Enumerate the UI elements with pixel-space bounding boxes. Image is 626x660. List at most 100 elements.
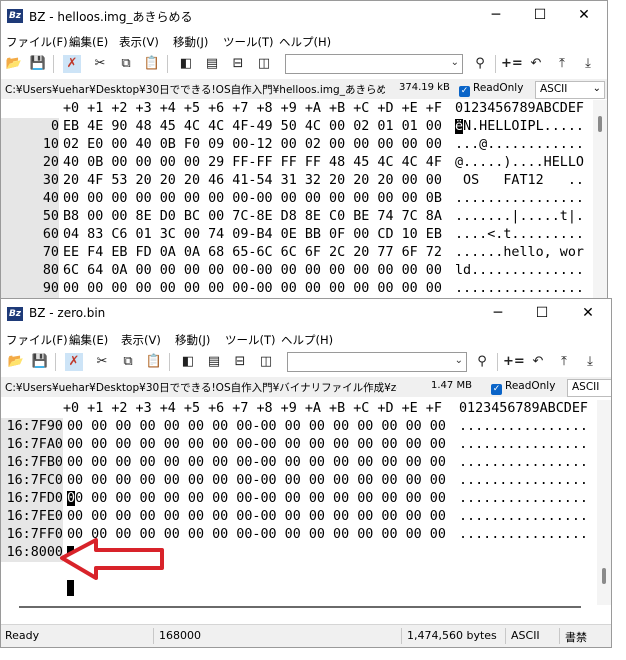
menu-jump[interactable]: 移動(J) [175,332,210,348]
vertical-scrollbar[interactable] [597,400,611,605]
row-bytes[interactable]: 00 00 00 00 00 00 00 00-00 00 00 00 00 0… [67,472,446,490]
copy-icon[interactable]: ⧉ [117,55,135,73]
cut-icon[interactable]: ✂ [91,55,109,73]
view-hsplit-icon[interactable]: ⊟ [229,55,247,73]
close-button[interactable]: ✕ [573,303,603,323]
readonly-checkbox[interactable]: ✓ ReadOnly [491,380,555,395]
status-offset: 168000 [159,629,201,642]
encoding-value: ASCII [540,83,568,95]
title-bar[interactable]: Bz BZ - zero.bin ─ ☐ ✕ [1,299,611,329]
view-hsplit-icon[interactable]: ⊟ [231,353,249,371]
find-binoculars-icon[interactable]: ⚲ [471,55,489,73]
row-ascii[interactable]: ...@............ [455,136,584,154]
find-next-icon[interactable]: += [503,353,525,371]
row-bytes[interactable]: EB 4E 90 48 45 4C 4C 4F-49 50 4C 00 02 0… [63,118,442,136]
close-button[interactable]: ✕ [569,5,599,25]
row-ascii[interactable]: ld.............. [455,262,584,280]
row-ascii[interactable]: ................ [455,190,584,208]
row-ascii[interactable]: ................ [459,490,588,508]
row-bytes[interactable]: 04 83 C6 01 3C 00 74 09-B4 0E BB 0F 00 C… [63,226,442,244]
row-ascii[interactable]: ëN.HELLOIPL..... [455,118,584,136]
hex-view[interactable]: +0 +1 +2 +3 +4 +5 +6 +7 +8 +9 +A +B +C +… [1,100,593,299]
menu-edit[interactable]: 編集(E) [69,332,108,348]
row-ascii[interactable]: ....<.t......... [455,226,584,244]
view-single-icon[interactable]: ◧ [177,55,195,73]
paste-icon[interactable]: 📋 [145,353,163,371]
row-bytes[interactable]: B8 00 00 8E D0 BC 00 7C-8E D8 8E C0 BE 7… [63,208,442,226]
row-ascii[interactable]: ......hello, wor [455,244,584,262]
minimize-button[interactable]: ─ [481,5,511,25]
row-ascii[interactable]: .......|.....t|. [455,208,584,226]
menu-file[interactable]: ファイル(F) [6,34,68,50]
vertical-scrollbar[interactable] [593,100,607,299]
maximize-button[interactable]: ☐ [527,303,557,323]
row-bytes[interactable]: 20 4F 53 20 20 20 46 41-54 31 32 20 20 2… [63,172,442,190]
menu-tools[interactable]: ツール(T) [223,34,274,50]
menu-help[interactable]: ヘルプ(H) [281,332,333,348]
jump-bottom-icon[interactable]: ⤓ [581,353,599,371]
row-bytes[interactable]: 00 00 00 00 00 00 00 00-00 00 00 00 00 0… [67,508,446,526]
menu-view[interactable]: 表示(V) [121,332,161,348]
view-vsplit-icon[interactable]: ◫ [255,55,273,73]
undo-arrow-icon[interactable]: ↶ [529,353,547,371]
copy-icon[interactable]: ⧉ [119,353,137,371]
view-single-icon[interactable]: ◧ [179,353,197,371]
menu-jump[interactable]: 移動(J) [173,34,208,50]
row-ascii[interactable]: ................ [459,436,588,454]
readonly-checkbox[interactable]: ✓ ReadOnly [459,82,523,97]
row-bytes[interactable]: 00 00 00 00 00 00 00 00-00 00 00 00 00 0… [67,490,446,508]
hex-row: 40 00 00 00 00 00 00 00 00-00 00 00 00 00… [1,190,593,208]
row-bytes[interactable]: 00 00 00 00 00 00 00 00-00 00 00 00 00 0… [63,280,442,298]
row-bytes[interactable]: 00 00 00 00 00 00 00 00-00 00 00 00 00 0… [63,190,442,208]
menu-help[interactable]: ヘルプ(H) [279,34,331,50]
paste-icon[interactable]: 📋 [143,55,161,73]
scrollbar-thumb[interactable] [598,116,602,132]
scrollbar-thumb[interactable] [602,568,606,584]
open-folder-icon[interactable]: 📂 [7,353,25,371]
readonly-toggle-icon[interactable]: ✗ [65,353,83,371]
row-bytes[interactable]: 00 00 00 00 00 00 00 00-00 00 00 00 00 0… [67,418,446,436]
row-bytes[interactable]: 00 00 00 00 00 00 00 00-00 00 00 00 00 0… [67,454,446,472]
menu-file[interactable]: ファイル(F) [6,332,68,348]
row-bytes[interactable]: 00 00 00 00 00 00 00 00-00 00 00 00 00 0… [67,436,446,454]
minimize-button[interactable]: ─ [483,303,513,323]
menu-tools[interactable]: ツール(T) [225,332,276,348]
row-ascii[interactable]: ................ [459,526,588,544]
status-bar: Ready 168000 1,474,560 bytes ASCII 書禁 [1,624,611,647]
row-ascii[interactable]: ................ [459,472,588,490]
cut-icon[interactable]: ✂ [93,353,111,371]
search-combo[interactable]: ⌄ [285,54,463,74]
find-binoculars-icon[interactable]: ⚲ [473,353,491,371]
horizontal-scrollbar[interactable] [19,606,581,608]
row-ascii[interactable]: ................ [459,418,588,436]
title-bar[interactable]: Bz BZ - helloos.img_あきらめる ─ ☐ ✕ [1,1,607,31]
jump-top-icon[interactable]: ⤒ [553,55,571,73]
view-split-icon[interactable]: ▤ [203,55,221,73]
jump-top-icon[interactable]: ⤒ [555,353,573,371]
find-next-icon[interactable]: += [501,55,523,73]
menu-edit[interactable]: 編集(E) [69,34,108,50]
save-icon[interactable]: 💾 [29,55,47,73]
jump-bottom-icon[interactable]: ⤓ [579,55,597,73]
row-ascii[interactable]: OS FAT12 .. [455,172,584,190]
save-icon[interactable]: 💾 [31,353,49,371]
toolbar-divider [497,353,498,371]
open-folder-icon[interactable]: 📂 [5,55,23,73]
undo-arrow-icon[interactable]: ↶ [527,55,545,73]
row-ascii[interactable]: ................ [459,454,588,472]
menu-view[interactable]: 表示(V) [119,34,159,50]
row-ascii[interactable]: ................ [455,280,584,298]
row-bytes[interactable]: 40 0B 00 00 00 00 29 FF-FF FF FF 48 45 4… [63,154,442,172]
encoding-select[interactable]: ASCII ⌄ [567,379,611,397]
row-bytes[interactable]: 02 E0 00 40 0B F0 09 00-12 00 02 00 00 0… [63,136,442,154]
row-bytes[interactable]: 6C 64 0A 00 00 00 00 00-00 00 00 00 00 0… [63,262,442,280]
maximize-button[interactable]: ☐ [525,5,555,25]
view-vsplit-icon[interactable]: ◫ [257,353,275,371]
encoding-select[interactable]: ASCII ⌄ [535,81,605,99]
row-ascii[interactable]: @.....)....HELLO [455,154,584,172]
view-split-icon[interactable]: ▤ [205,353,223,371]
row-bytes[interactable]: EE F4 EB FD 0A 0A 68 65-6C 6C 6F 2C 20 7… [63,244,442,262]
readonly-toggle-icon[interactable]: ✗ [63,55,81,73]
search-combo[interactable]: ⌄ [287,352,467,372]
row-ascii[interactable]: ................ [459,508,588,526]
